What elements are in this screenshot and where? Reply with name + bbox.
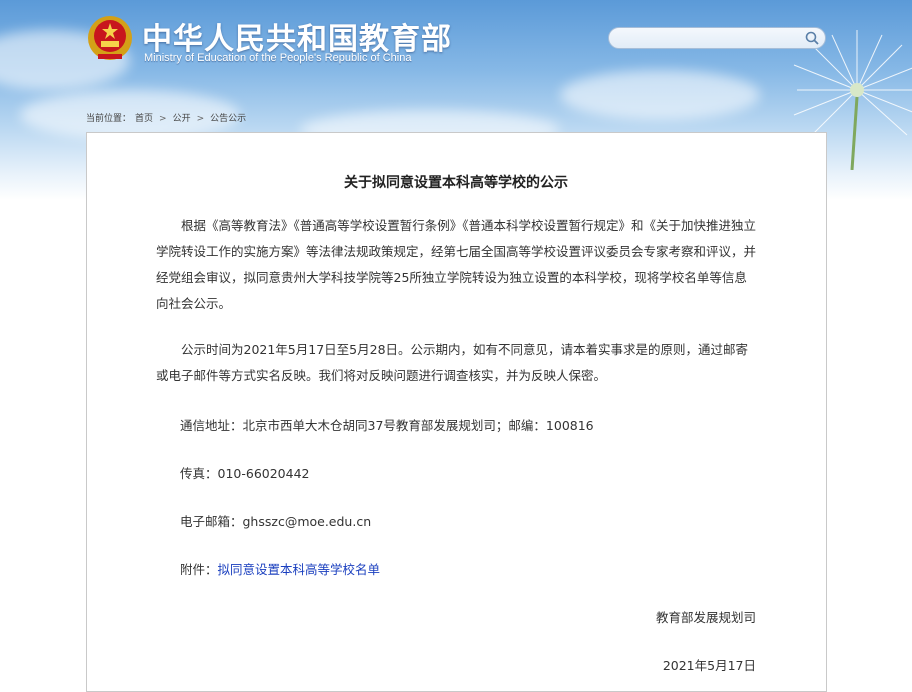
cloud-decoration xyxy=(560,70,760,120)
search-icon[interactable] xyxy=(804,30,821,47)
breadcrumb-public[interactable]: 公开 xyxy=(173,114,191,124)
chevron-right-icon: > xyxy=(159,114,167,124)
breadcrumb-home[interactable]: 首页 xyxy=(135,114,153,124)
site-subtitle: Ministry of Education of the People's Re… xyxy=(144,52,412,64)
attachment-row: 附件：拟同意设置本科高等学校名单 xyxy=(180,559,380,578)
article-paragraph-basis: 根据《高等教育法》《普通高等学校设置暂行条例》《普通本科学校设置暂行规定》和《关… xyxy=(156,218,757,311)
breadcrumb-notice[interactable]: 公告公示 xyxy=(210,114,246,124)
attachment-link[interactable]: 拟同意设置本科高等学校名单 xyxy=(218,562,381,577)
search-input[interactable] xyxy=(619,30,803,48)
breadcrumb: 当前位置： 首页 > 公开 > 公告公示 xyxy=(86,111,246,124)
signature: 教育部发展规划司 xyxy=(655,610,756,625)
article-title: 关于拟同意设置本科高等学校的公示 xyxy=(344,175,568,191)
contact-fax: 传真：010-66020442 xyxy=(180,466,310,481)
contact-address: 通信地址：北京市西单大木仓胡同37号教育部发展规划司；邮编：100816 xyxy=(180,418,594,433)
breadcrumb-prefix: 当前位置： xyxy=(86,114,132,124)
search-bar xyxy=(608,27,826,49)
contact-email: 电子邮箱：ghsszc@moe.edu.cn xyxy=(180,514,372,529)
publish-date: 2021年5月17日 xyxy=(662,658,756,673)
attachment-label: 附件： xyxy=(180,562,218,577)
article-paragraph-period: 公示时间为2021年5月17日至5月28日。公示期内，如有不同意见，请本着实事求… xyxy=(156,342,749,383)
national-emblem-icon xyxy=(88,16,132,60)
chevron-right-icon: > xyxy=(196,114,205,124)
